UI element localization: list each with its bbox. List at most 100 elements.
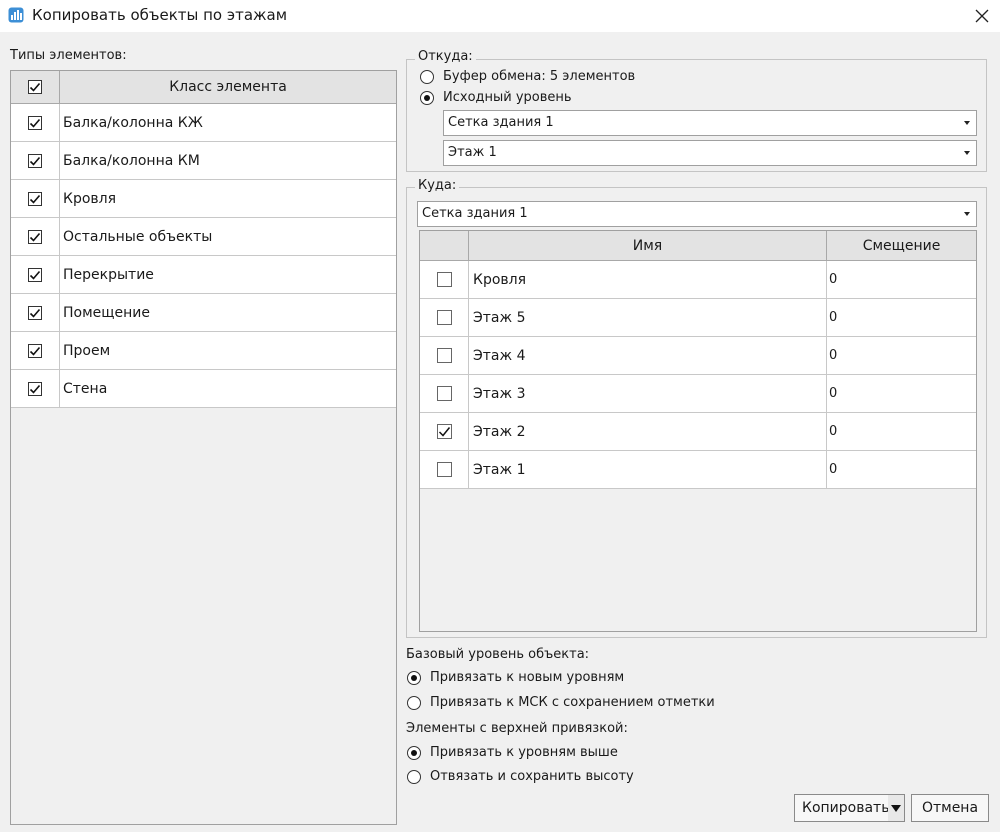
level-offset[interactable]: 0 [827, 413, 837, 450]
select-all-checkbox[interactable] [28, 80, 42, 94]
unbind-keep-height-label[interactable]: Отвязать и сохранить высоту [430, 769, 634, 784]
check-icon [29, 82, 41, 92]
target-legend: Куда: [415, 178, 460, 193]
row-checkbox[interactable] [436, 462, 452, 477]
app-icon [8, 7, 24, 23]
row-label: Остальные объекты [63, 228, 213, 245]
copy-options-dropdown[interactable] [888, 795, 904, 821]
level-name: Этаж 4 [473, 347, 526, 364]
table-row[interactable]: Этаж 1 0 [420, 451, 976, 489]
bind-levels-above-label[interactable]: Привязать к уровням выше [430, 745, 618, 760]
source-grid-dropdown[interactable]: Сетка здания 1 [443, 110, 977, 136]
row-checkbox[interactable] [436, 424, 452, 439]
bind-levels-above-radio[interactable] [407, 746, 421, 760]
table-row[interactable]: Этаж 4 0 [420, 337, 976, 375]
row-label: Балка/колонна КЖ [63, 114, 203, 131]
level-offset[interactable]: 0 [827, 299, 837, 336]
close-icon [975, 9, 989, 23]
row-checkbox[interactable] [28, 305, 42, 320]
close-button[interactable] [964, 0, 1000, 32]
source-level-radio-label[interactable]: Исходный уровень [443, 90, 572, 105]
chevron-down-icon [964, 121, 970, 125]
bind-new-levels-label[interactable]: Привязать к новым уровням [430, 670, 624, 685]
element-types-header: Класс элемента [11, 71, 396, 104]
unbind-keep-height-radio[interactable] [407, 770, 421, 784]
target-grid-dropdown[interactable]: Сетка здания 1 [417, 201, 977, 227]
table-row[interactable]: Проем [11, 332, 396, 370]
check-icon [29, 118, 41, 128]
row-checkbox[interactable] [436, 386, 452, 401]
element-types-table: Класс элемента Балка/колонна КЖ Балка/ко… [10, 70, 397, 825]
level-offset[interactable]: 0 [827, 375, 837, 412]
row-checkbox[interactable] [28, 343, 42, 358]
check-icon [438, 427, 450, 437]
clipboard-radio-label[interactable]: Буфер обмена: 5 элементов [443, 69, 635, 84]
level-name: Этаж 5 [473, 309, 526, 326]
table-row[interactable]: Стена [11, 370, 396, 408]
level-offset[interactable]: 0 [827, 261, 837, 298]
bind-msk-radio[interactable] [407, 696, 421, 710]
table-row[interactable]: Остальные объекты [11, 218, 396, 256]
table-row[interactable]: Перекрытие [11, 256, 396, 294]
target-levels-header: Имя Смещение [420, 231, 976, 261]
row-checkbox[interactable] [28, 381, 42, 396]
source-grid-value: Сетка здания 1 [448, 115, 554, 130]
source-floor-value: Этаж 1 [448, 145, 497, 160]
row-label: Помещение [63, 304, 150, 321]
table-row[interactable]: Этаж 3 0 [420, 375, 976, 413]
row-checkbox[interactable] [436, 272, 452, 287]
row-checkbox[interactable] [436, 310, 452, 325]
row-checkbox[interactable] [28, 267, 42, 282]
row-label: Стена [63, 380, 108, 397]
level-offset[interactable]: 0 [827, 451, 837, 488]
source-floor-dropdown[interactable]: Этаж 1 [443, 140, 977, 166]
check-icon [29, 156, 41, 166]
check-icon [29, 270, 41, 280]
table-row[interactable]: Этаж 5 0 [420, 299, 976, 337]
cancel-button[interactable]: Отмена [911, 794, 989, 822]
source-level-radio[interactable] [420, 91, 434, 105]
check-icon [29, 232, 41, 242]
base-level-label: Базовый уровень объекта: [406, 647, 590, 662]
caret-down-icon [891, 804, 901, 812]
row-checkbox[interactable] [436, 348, 452, 363]
table-row[interactable]: Кровля 0 [420, 261, 976, 299]
column-header-class[interactable]: Класс элемента [60, 71, 396, 103]
level-name: Кровля [473, 271, 527, 288]
top-binding-label: Элементы с верхней привязкой: [406, 721, 628, 736]
table-row[interactable]: Помещение [11, 294, 396, 332]
level-name: Этаж 1 [473, 461, 526, 478]
window-title: Копировать объекты по этажам [32, 6, 288, 24]
table-row[interactable]: Этаж 2 0 [420, 413, 976, 451]
target-levels-table: Имя Смещение Кровля 0 Этаж 5 0 Этаж 4 0 … [419, 230, 977, 632]
table-row[interactable]: Балка/колонна КЖ [11, 104, 396, 142]
row-label: Перекрытие [63, 266, 154, 283]
table-row[interactable]: Балка/колонна КМ [11, 142, 396, 180]
table-row[interactable]: Кровля [11, 180, 396, 218]
row-checkbox[interactable] [28, 153, 42, 168]
level-name: Этаж 3 [473, 385, 526, 402]
clipboard-radio[interactable] [420, 70, 434, 84]
source-legend: Откуда: [415, 49, 476, 64]
column-header-offset[interactable]: Смещение [827, 231, 976, 260]
row-label: Проем [63, 342, 111, 359]
target-grid-value: Сетка здания 1 [422, 206, 528, 221]
column-header-name[interactable]: Имя [469, 231, 827, 260]
check-icon [29, 346, 41, 356]
check-icon [29, 384, 41, 394]
level-name: Этаж 2 [473, 423, 526, 440]
check-icon [29, 308, 41, 318]
element-types-label: Типы элементов: [10, 48, 127, 63]
row-label: Кровля [63, 190, 117, 207]
level-offset[interactable]: 0 [827, 337, 837, 374]
row-label: Балка/колонна КМ [63, 152, 200, 169]
row-checkbox[interactable] [28, 191, 42, 206]
bind-new-levels-radio[interactable] [407, 671, 421, 685]
bind-msk-label[interactable]: Привязать к МСК с сохранением отметки [430, 695, 715, 710]
copy-button-label: Копировать [802, 800, 890, 816]
chevron-down-icon [964, 151, 970, 155]
copy-button[interactable]: Копировать [794, 794, 905, 822]
row-checkbox[interactable] [28, 115, 42, 130]
row-checkbox[interactable] [28, 229, 42, 244]
check-icon [29, 194, 41, 204]
